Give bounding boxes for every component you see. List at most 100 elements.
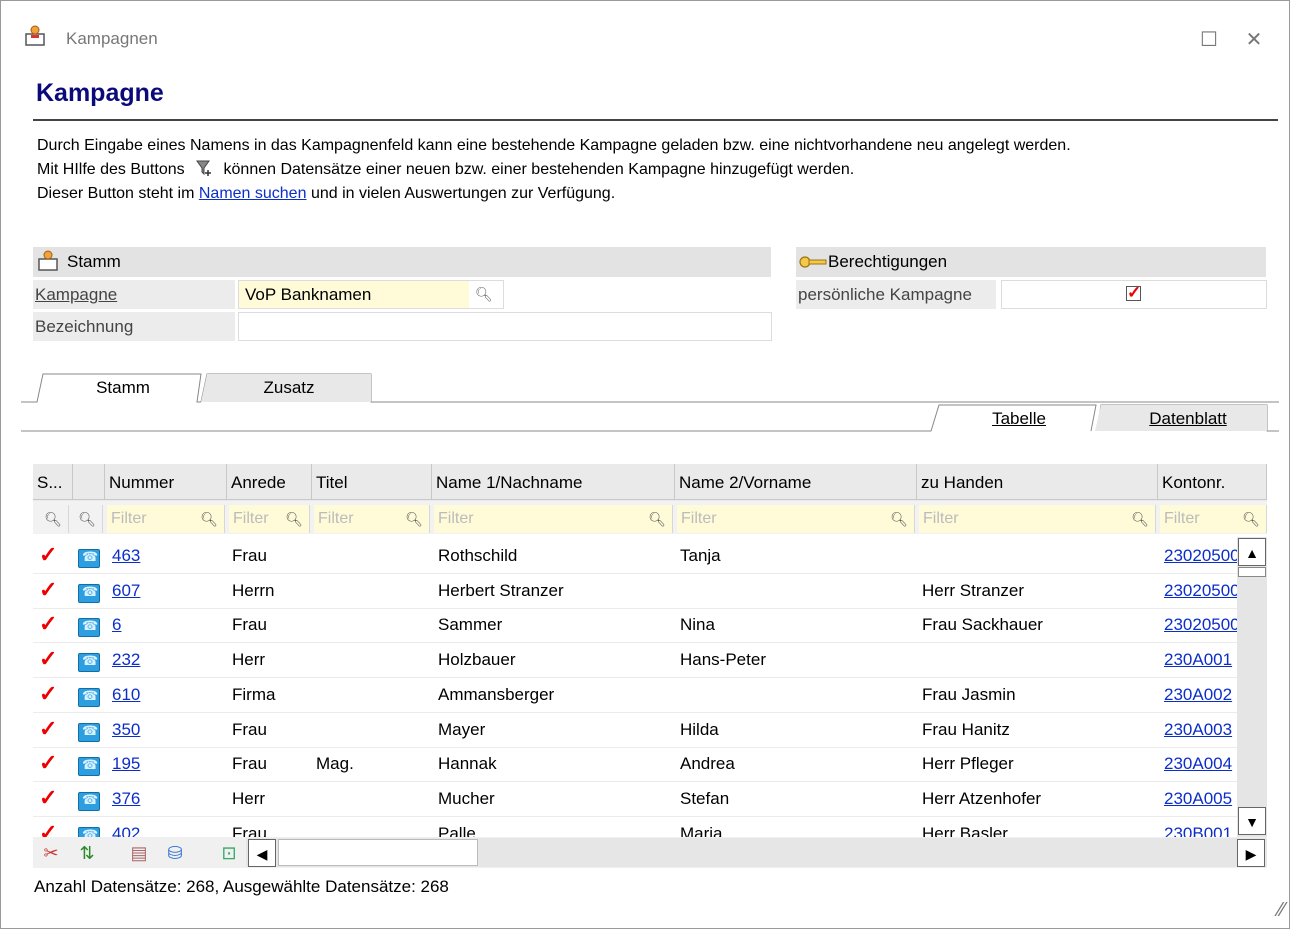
phone-icon[interactable] (78, 687, 100, 707)
filter-selected[interactable]: 🔍︎ (35, 505, 69, 533)
resize-grip-icon[interactable]: ⁄⁄ (1278, 899, 1285, 922)
cell-kontonr-link[interactable]: 230205000 (1164, 615, 1237, 634)
filter-anrede[interactable]: Filter 🔍︎ (229, 505, 310, 533)
col-header-nummer[interactable]: Nummer (105, 464, 227, 500)
col-header-name1[interactable]: Name 1/Nachname (432, 464, 675, 500)
table-row[interactable]: ✓ 610 Firma Ammansberger Frau Jasmin 230A002 (33, 678, 1237, 713)
cell-nummer-link[interactable]: 463 (112, 546, 140, 565)
horizontal-scrollbar[interactable]: ◀ ▶ (246, 838, 1267, 867)
cell-nummer-link[interactable]: 350 (112, 720, 140, 739)
cell-kontonr-link[interactable]: 230B001 (1164, 824, 1232, 837)
cell-kontonr[interactable]: 230A005 (1164, 782, 1237, 816)
tab-tabelle[interactable]: Tabelle (939, 404, 1099, 434)
cell-kontonr-link[interactable]: 230205000 (1164, 546, 1237, 565)
cell-kontonr-link[interactable]: 230A004 (1164, 754, 1232, 773)
selected-check-icon[interactable]: ✓ (39, 578, 57, 601)
cell-nummer[interactable]: 232 (112, 643, 222, 677)
selected-check-icon[interactable]: ✓ (39, 682, 57, 705)
cell-kontonr-link[interactable]: 230A005 (1164, 789, 1232, 808)
selected-check-icon[interactable]: ✓ (39, 613, 57, 635)
selected-check-icon[interactable]: ✓ (39, 821, 57, 837)
col-header-zuhanden[interactable]: zu Handen (917, 464, 1158, 500)
cell-kontonr-link[interactable]: 230A002 (1164, 685, 1232, 704)
col-header-kontonr[interactable]: Kontonr. (1158, 464, 1267, 500)
cell-kontonr[interactable]: 230A001 (1164, 643, 1237, 677)
cell-kontonr[interactable]: 230A003 (1164, 713, 1237, 747)
filter-titel[interactable]: Filter 🔍︎ (314, 505, 430, 533)
maximize-button[interactable]: ☐ (1197, 27, 1221, 52)
cell-kontonr-link[interactable]: 230205000 (1164, 581, 1237, 600)
export-icon[interactable]: ▤ (127, 841, 151, 865)
namen-suchen-link[interactable]: Namen suchen (199, 185, 307, 202)
scroll-up-button[interactable]: ▲ (1238, 538, 1266, 566)
table-row[interactable]: ✓ 232 Herr Holzbauer Hans-Peter 230A001 (33, 643, 1237, 679)
persoenlich-checkbox[interactable]: ✓ (1126, 283, 1141, 302)
phone-icon[interactable] (78, 826, 100, 837)
close-button[interactable]: ✕ (1242, 27, 1266, 52)
cell-nummer[interactable]: 376 (112, 782, 222, 816)
filter-kontonr[interactable]: Filter 🔍︎ (1160, 505, 1267, 533)
cell-nummer-link[interactable]: 195 (112, 754, 140, 773)
phone-icon[interactable] (78, 722, 100, 742)
col-header-anrede[interactable]: Anrede (227, 464, 312, 500)
selected-check-icon[interactable]: ✓ (39, 648, 57, 670)
phone-icon[interactable] (78, 583, 100, 603)
swap-selection-icon[interactable]: ⇅ (75, 841, 99, 865)
cell-nummer-link[interactable]: 232 (112, 650, 140, 669)
persoenlich-checkbox-field[interactable]: ✓ (1001, 280, 1267, 309)
phone-icon[interactable] (78, 757, 100, 777)
cell-nummer[interactable]: 463 (112, 539, 222, 573)
table-row[interactable]: ✓ 6 Frau Sammer Nina Frau Sackhauer 230205000 (33, 608, 1237, 644)
phone-icon[interactable] (78, 618, 100, 638)
col-header-selected[interactable]: S... (33, 464, 73, 500)
cell-nummer[interactable]: 350 (112, 713, 222, 747)
selected-check-icon[interactable]: ✓ (39, 717, 57, 740)
col-header-titel[interactable]: Titel (312, 464, 432, 500)
phone-icon[interactable] (78, 791, 100, 811)
preview-icon[interactable]: ⊡ (217, 841, 241, 865)
cell-nummer[interactable]: 607 (112, 574, 222, 608)
cell-kontonr-link[interactable]: 230A001 (1164, 650, 1232, 669)
scroll-thumb[interactable] (1238, 567, 1266, 577)
table-row[interactable]: ✓ 350 Frau Mayer Hilda Frau Hanitz 230A003 (33, 713, 1237, 748)
selected-check-icon[interactable]: ✓ (39, 786, 57, 809)
cell-nummer[interactable]: 610 (112, 678, 222, 712)
hscroll-thumb[interactable] (278, 839, 478, 866)
scroll-right-button[interactable]: ▶ (1237, 839, 1265, 867)
col-header-name2[interactable]: Name 2/Vorname (675, 464, 917, 500)
vertical-scrollbar[interactable]: ▲ ▼ (1237, 537, 1267, 837)
cell-nummer-link[interactable]: 610 (112, 685, 140, 704)
cell-nummer-link[interactable]: 402 (112, 824, 140, 837)
scroll-down-button[interactable]: ▼ (1238, 807, 1266, 835)
filter-name1[interactable]: Filter 🔍︎ (434, 505, 673, 533)
kampagne-input[interactable]: VoP Banknamen 🔍︎ (238, 280, 504, 309)
cell-nummer-link[interactable]: 376 (112, 789, 140, 808)
cell-kontonr[interactable]: 230B001 (1164, 817, 1237, 837)
table-row[interactable]: ✓ 607 Herrn Herbert Stranzer Herr Stranzer 23… (33, 574, 1237, 609)
tab-stamm[interactable]: Stamm (43, 373, 203, 403)
cell-kontonr[interactable]: 230205000 (1164, 539, 1237, 573)
table-row[interactable]: ✓ 195 Frau Mag. Hannak Andrea Herr Pfleger 230A… (33, 747, 1237, 783)
cell-nummer[interactable]: 402 (112, 817, 222, 837)
bezeichnung-input[interactable] (238, 312, 772, 341)
table-row[interactable]: ✓ 463 Frau Rothschild Tanja 230205000 (33, 539, 1237, 574)
scroll-left-button[interactable]: ◀ (248, 839, 276, 867)
filter-nummer[interactable]: Filter 🔍︎ (107, 505, 225, 533)
table-row[interactable]: ✓ 402 Frau Palle Maria Herr Basler 230B001 (33, 817, 1237, 837)
tab-zusatz[interactable]: Zusatz (207, 373, 371, 403)
kampagne-search-icon[interactable]: 🔍︎ (475, 281, 493, 308)
cell-kontonr[interactable]: 230A004 (1164, 747, 1237, 781)
remove-filter-icon[interactable]: ✂ (39, 841, 63, 865)
cell-nummer[interactable]: 195 (112, 747, 222, 781)
col-header-phone[interactable] (73, 464, 105, 500)
cell-kontonr[interactable]: 230205000 (1164, 574, 1237, 608)
database-icon[interactable]: ⛁ (163, 841, 187, 865)
phone-icon[interactable] (78, 549, 100, 568)
filter-name2[interactable]: Filter 🔍︎ (677, 505, 915, 533)
cell-nummer[interactable]: 6 (112, 608, 222, 642)
cell-kontonr-link[interactable]: 230A003 (1164, 720, 1232, 739)
cell-nummer-link[interactable]: 6 (112, 615, 121, 634)
cell-kontonr[interactable]: 230205000 (1164, 608, 1237, 642)
selected-check-icon[interactable]: ✓ (39, 544, 57, 566)
phone-icon[interactable] (78, 653, 100, 673)
